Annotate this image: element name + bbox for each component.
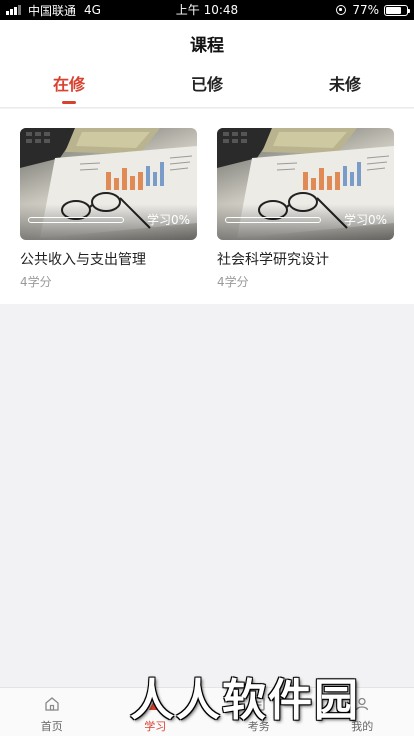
tab-not-started[interactable]: 未修 [276,72,414,102]
progress-bar [28,217,124,223]
active-tab-indicator [62,101,76,104]
rotation-lock-icon [336,5,347,15]
course-list: 学习0% 公共收入与支出管理 4学分 学习0% 社会科学研究设计 4学分 [0,109,414,304]
nav-home[interactable]: 首页 [0,688,104,736]
tab-completed[interactable]: 已修 [138,72,276,102]
course-credit: 4学分 [20,275,52,289]
course-tabs: 在修 已修 未修 [0,72,414,104]
course-credit: 4学分 [217,275,249,289]
page-header: 课程 在修 已修 未修 [0,20,414,108]
course-name: 公共收入与支出管理 [20,252,146,268]
home-icon [45,697,59,711]
course-card[interactable]: 学习0% 社会科学研究设计 4学分 [217,128,394,290]
progress-label: 学习0% [146,213,190,227]
battery-icon [384,4,410,16]
progress-label: 学习0% [343,213,387,227]
course-thumbnail: 学习0% [217,128,394,240]
course-thumbnail: 学习0% [20,128,197,240]
tab-label: 在修 [52,75,85,94]
status-bar: 中国联通 4G 上午 10:48 77% [0,0,414,20]
course-name: 社会科学研究设计 [217,252,329,268]
watermark-text: 人人软件园 [130,675,360,726]
nav-label: 首页 [40,720,63,733]
tab-label: 未修 [328,75,361,94]
course-card[interactable]: 学习0% 公共收入与支出管理 4学分 [20,128,197,290]
status-right: 77% [336,0,410,20]
progress-bar [225,217,321,223]
page-title: 课程 [190,36,224,56]
tab-in-progress[interactable]: 在修 [0,72,138,104]
battery-percent: 77% [352,3,379,17]
tab-label: 已修 [190,75,223,94]
